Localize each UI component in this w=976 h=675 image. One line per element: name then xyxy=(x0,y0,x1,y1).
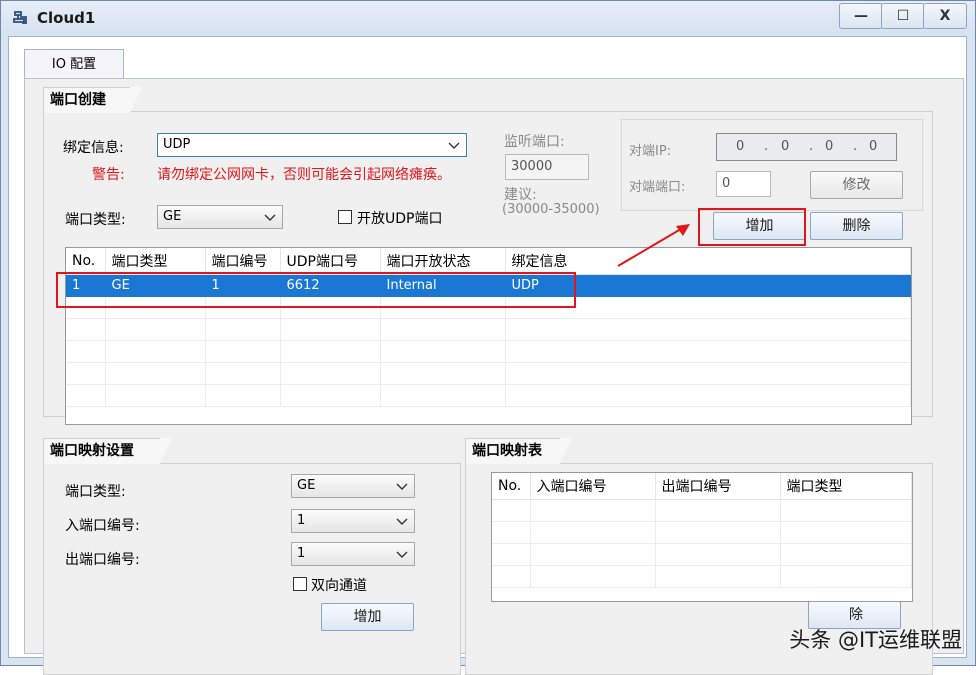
title-bar[interactable]: Cloud1 — ☐ X xyxy=(1,1,975,35)
watermark-text: 头条 @IT运维联盟 xyxy=(789,628,962,652)
in-port-label: 入端口编号: xyxy=(65,518,140,534)
tab-io-config[interactable]: IO 配置 xyxy=(24,49,124,79)
maximize-icon: ☐ xyxy=(896,8,910,24)
port-map-table-title: 端口映射表 xyxy=(465,438,572,464)
cloud-app-icon xyxy=(13,11,27,24)
in-port-select[interactable]: 1 xyxy=(291,509,415,533)
maximize-button[interactable]: ☐ xyxy=(881,3,925,29)
port-table-header: No. 端口类型 端口编号 UDP端口号 端口开放状态 绑定信息 xyxy=(66,248,911,275)
port-map-table-header: No. 入端口编号 出端口编号 端口类型 xyxy=(492,473,912,500)
empty-row xyxy=(66,384,911,407)
in-port-value: 1 xyxy=(297,513,306,528)
annotation-highlight-add xyxy=(698,208,806,246)
map-col-port-type[interactable]: 端口类型 xyxy=(780,473,912,500)
open-udp-label: 开放UDP端口 xyxy=(357,211,443,227)
map-port-type-label: 端口类型: xyxy=(65,484,126,500)
minimize-button[interactable]: — xyxy=(839,3,883,29)
warning-label: 警告: xyxy=(92,167,125,183)
delete-port-button[interactable]: 删除 xyxy=(810,212,903,240)
empty-row xyxy=(492,521,912,544)
col-open-status[interactable]: 端口开放状态 xyxy=(380,248,506,275)
empty-row xyxy=(66,318,911,341)
peer-port-label: 对端端口: xyxy=(629,180,686,195)
chevron-down-icon xyxy=(448,142,460,149)
peer-ip-octet-3: 0 xyxy=(825,139,834,154)
out-port-label: 出端口编号: xyxy=(65,552,140,568)
peer-port-field[interactable]: 0 xyxy=(716,171,771,197)
empty-row xyxy=(66,362,911,385)
port-map-settings-title: 端口映射设置 xyxy=(43,438,172,464)
map-col-out-port[interactable]: 出端口编号 xyxy=(655,473,781,500)
out-port-value: 1 xyxy=(297,546,306,561)
peer-ip-octet-4: 0 xyxy=(869,139,878,154)
add-mapping-button[interactable]: 增加 xyxy=(321,603,414,631)
peer-ip-dot: . xyxy=(853,139,858,154)
annotation-highlight-row xyxy=(56,272,576,308)
peer-ip-dot: . xyxy=(764,139,769,154)
map-port-type-value: GE xyxy=(297,478,316,493)
bidirectional-label: 双向通道 xyxy=(311,578,367,594)
peer-ip-label: 对端IP: xyxy=(629,144,672,159)
chevron-down-icon xyxy=(396,483,408,490)
binding-select[interactable]: UDP xyxy=(157,133,467,157)
empty-row xyxy=(492,565,912,588)
empty-row xyxy=(492,499,912,522)
peer-ip-field[interactable]: 0 . 0 . 0 . 0 xyxy=(716,133,897,161)
col-no[interactable]: No. xyxy=(66,248,106,275)
suggest-label: 建议: xyxy=(504,187,537,203)
port-type-label: 端口类型: xyxy=(65,212,126,228)
minimize-icon: — xyxy=(854,8,868,24)
col-binding[interactable]: 绑定信息 xyxy=(505,248,911,275)
chevron-down-icon xyxy=(396,518,408,525)
map-port-type-select[interactable]: GE xyxy=(291,474,415,498)
annotation-arrow-icon xyxy=(617,224,690,267)
col-port-number[interactable]: 端口编号 xyxy=(205,248,281,275)
modify-button[interactable]: 修改 xyxy=(810,171,903,199)
client-area: IO 配置 端口创建 绑定信息: UDP 警告: 请勿绑定公网网卡，否则可能会引… xyxy=(8,36,967,675)
col-port-type[interactable]: 端口类型 xyxy=(105,248,206,275)
binding-label: 绑定信息: xyxy=(63,140,124,156)
map-col-no[interactable]: No. xyxy=(492,473,531,500)
listen-port-label: 监听端口: xyxy=(504,134,565,150)
port-type-select[interactable]: GE xyxy=(157,205,283,229)
port-create-title: 端口创建 xyxy=(43,87,142,113)
listen-port-field[interactable]: 30000 xyxy=(505,154,589,180)
chevron-down-icon xyxy=(264,214,276,221)
tab-body: 端口创建 绑定信息: UDP 警告: 请勿绑定公网网卡，否则可能会引起网络瘫痪。… xyxy=(24,78,964,675)
empty-row xyxy=(492,543,912,566)
port-map-table[interactable]: No. 入端口编号 出端口编号 端口类型 xyxy=(491,472,913,602)
close-icon: X xyxy=(939,8,951,24)
peer-ip-octet-2: 0 xyxy=(781,139,790,154)
warning-text: 请勿绑定公网网卡，否则可能会引起网络瘫痪。 xyxy=(157,167,451,183)
cloud1-window: Cloud1 — ☐ X IO 配置 端口创建 绑定信息: UDP 警告: 请勿… xyxy=(0,0,976,675)
open-udp-checkbox[interactable] xyxy=(338,210,352,224)
out-port-select[interactable]: 1 xyxy=(291,542,415,566)
window-title: Cloud1 xyxy=(37,9,96,27)
map-col-in-port[interactable]: 入端口编号 xyxy=(530,473,656,500)
bidirectional-checkbox[interactable] xyxy=(293,577,307,591)
empty-row xyxy=(66,340,911,363)
chevron-down-icon xyxy=(396,551,408,558)
binding-value: UDP xyxy=(163,137,191,152)
close-button[interactable]: X xyxy=(923,3,967,29)
peer-ip-octet-1: 0 xyxy=(736,139,745,154)
suggest-range: (30000-35000) xyxy=(502,202,600,217)
port-type-value: GE xyxy=(163,209,182,224)
peer-ip-dot: . xyxy=(809,139,814,154)
col-udp-port[interactable]: UDP端口号 xyxy=(280,248,381,275)
